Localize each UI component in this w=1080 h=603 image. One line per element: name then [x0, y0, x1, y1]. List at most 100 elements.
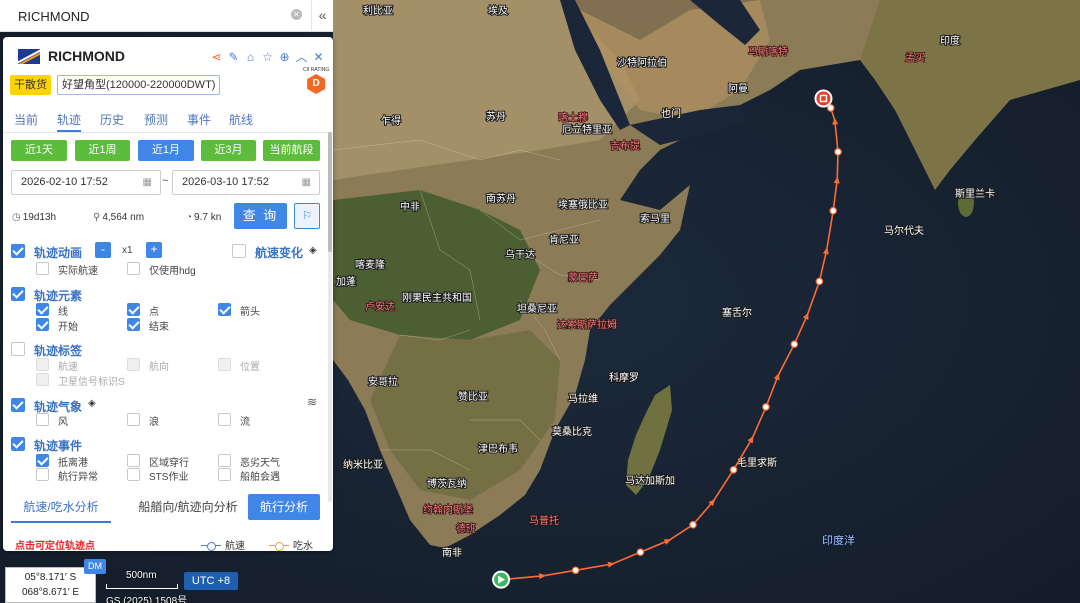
tab-heading-analysis[interactable]: 船艏向/航迹向分析	[123, 492, 253, 523]
label-srilanka: 斯里兰卡	[955, 187, 995, 200]
labels-checkbox[interactable]	[11, 342, 25, 356]
start-date-value: 2026-02-10 17:52	[21, 176, 108, 188]
label-angola: 安哥拉	[368, 375, 398, 388]
close-icon[interactable]: ✕	[310, 50, 327, 64]
ship-name: RICHMOND	[48, 48, 125, 64]
analysis-bar: 航速/吃水分析 船艏向/航迹向分析 航行分析	[3, 492, 333, 524]
track-point[interactable]	[729, 465, 738, 474]
pin-icon: ⚲	[93, 212, 101, 223]
label-seychelles: 塞舌尔	[722, 306, 752, 319]
voyage-analysis-button[interactable]: 航行分析	[248, 494, 320, 520]
track-point[interactable]	[815, 277, 824, 286]
arrow-checkbox[interactable]	[218, 303, 231, 316]
track-point[interactable]	[571, 566, 580, 575]
range-1day-button[interactable]: 近1天	[11, 140, 67, 161]
hdg-only-checkbox[interactable]	[127, 262, 140, 275]
tag-icon[interactable]: ⌂	[242, 50, 259, 64]
actual-speed-checkbox[interactable]	[36, 262, 49, 275]
query-button[interactable]: 查 询	[234, 203, 287, 229]
speed-minus-button[interactable]: -	[95, 242, 111, 258]
label-khartoum: 喀土穆	[558, 111, 588, 124]
end-date-field[interactable]: 2026-03-10 17:52 ▦	[172, 170, 320, 195]
header-actions: ⋖ ✎ ⌂ ☆ ⊕ ︿ ✕	[208, 48, 327, 65]
start-date-field[interactable]: 2026-02-10 17:52 ▦	[11, 170, 161, 195]
label-egypt: 埃及	[488, 4, 508, 17]
label-kenya: 肯尼亚	[549, 233, 579, 246]
point-checkbox[interactable]	[127, 303, 140, 316]
draft-legend-icon	[269, 542, 289, 551]
panel-scrollbar[interactable]	[328, 132, 332, 502]
chevron-up-icon[interactable]: ︿	[293, 48, 310, 65]
animation-checkbox[interactable]	[11, 244, 25, 258]
end-checkbox[interactable]	[127, 318, 140, 331]
speed-plus-button[interactable]: +	[146, 242, 162, 258]
range-current-leg-button[interactable]: 当前航段	[263, 140, 320, 161]
weather-checkbox[interactable]	[11, 398, 25, 412]
tab-events[interactable]: 事件	[187, 111, 211, 128]
coord-format-button[interactable]: DM	[84, 559, 106, 574]
tab-route[interactable]: 航线	[229, 111, 253, 128]
close-circle-icon[interactable]: ✕	[291, 9, 302, 20]
sts-label: STS作业	[149, 472, 189, 483]
wave-checkbox[interactable]	[127, 413, 140, 426]
label-zimbabwe: 津巴布韦	[478, 443, 518, 455]
track-point[interactable]	[689, 520, 697, 529]
double-chevron-left-icon[interactable]: «	[311, 0, 333, 32]
edit-icon[interactable]: ✎	[225, 50, 242, 64]
wind-checkbox[interactable]	[36, 413, 49, 426]
range-3month-button[interactable]: 近3月	[201, 140, 256, 161]
speed-change-checkbox[interactable]	[232, 244, 246, 258]
events-checkbox[interactable]	[11, 437, 25, 451]
line-checkbox[interactable]	[36, 303, 49, 316]
tab-speed-draft-analysis[interactable]: 航速/吃水分析	[11, 492, 111, 523]
track-point[interactable]	[829, 206, 837, 215]
label-heading-checkbox	[127, 358, 140, 371]
wind-icon[interactable]: ≋	[307, 395, 317, 409]
speed-change-title: 航速变化	[255, 246, 304, 260]
route-locate-icon[interactable]: ⚐	[294, 203, 320, 229]
sts-checkbox[interactable]	[127, 468, 140, 481]
coordinate-readout: 05°8.171′ S 068°8.671′ E	[5, 567, 96, 603]
track-point[interactable]	[636, 548, 645, 557]
calendar-icon: ▦	[301, 177, 311, 188]
track-point[interactable]	[762, 403, 770, 411]
eye-icon[interactable]: ◈	[88, 398, 96, 409]
share-icon[interactable]: ⋖	[208, 50, 225, 64]
speedometer-icon: ◔	[186, 212, 193, 223]
encounter-checkbox[interactable]	[218, 468, 231, 481]
range-1month-button[interactable]: 近1月	[138, 140, 194, 161]
end-date-value: 2026-03-10 17:52	[182, 176, 269, 188]
target-icon[interactable]: ⊕	[276, 50, 293, 64]
bad-weather-checkbox[interactable]	[218, 454, 231, 467]
range-1week-button[interactable]: 近1周	[75, 140, 130, 161]
label-position-text: 位置	[240, 362, 260, 373]
label-zambia: 赞比亚	[458, 390, 488, 403]
clock-icon: ◷	[12, 212, 21, 223]
label-muscat: 马斯喀特	[748, 45, 788, 58]
tab-history[interactable]: 历史	[100, 111, 124, 128]
nav-anomaly-checkbox[interactable]	[36, 468, 49, 481]
track-point[interactable]	[790, 340, 799, 348]
eye-icon[interactable]: ◈	[309, 245, 317, 256]
star-icon[interactable]: ☆	[259, 50, 276, 64]
start-label: 开始	[58, 322, 78, 333]
track-end-marker[interactable]	[814, 89, 833, 108]
track-point[interactable]	[834, 148, 842, 156]
tab-track[interactable]: 轨迹	[57, 111, 81, 128]
search-input[interactable]: RICHMOND	[18, 9, 90, 24]
label-mombasa: 蒙巴萨	[568, 271, 598, 284]
tab-forecast[interactable]: 预测	[144, 111, 168, 128]
label-indian-ocean: 印度洋	[822, 533, 855, 547]
cii-rating: CII RATING D	[303, 67, 329, 94]
timezone-button[interactable]: UTC +8	[184, 572, 238, 590]
elements-checkbox[interactable]	[11, 287, 25, 301]
current-checkbox[interactable]	[218, 413, 231, 426]
label-tanzania: 坦桑尼亚	[517, 302, 557, 315]
start-checkbox[interactable]	[36, 318, 49, 331]
tab-current[interactable]: 当前	[14, 111, 38, 128]
distance-value: 4,564 nm	[102, 212, 145, 223]
wind-label: 风	[58, 417, 68, 428]
port-call-checkbox[interactable]	[36, 454, 49, 467]
label-south-africa: 南非	[442, 546, 462, 559]
area-transit-checkbox[interactable]	[127, 454, 140, 467]
